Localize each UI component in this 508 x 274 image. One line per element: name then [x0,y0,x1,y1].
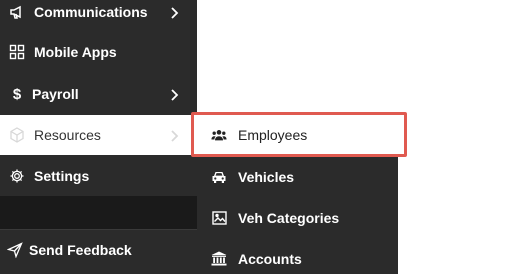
submenu-item-label: Veh Categories [238,209,340,226]
submenu-item-vehicles[interactable]: Vehicles [197,156,398,197]
submenu-item-accounts[interactable]: Accounts [197,238,398,274]
sidebar-item-mobile-apps[interactable]: Mobile Apps [0,32,197,72]
gear-icon [9,168,25,184]
dollar-icon: $ [12,85,22,103]
sidebar-item-label: Payroll [32,86,79,102]
sidebar-item-settings[interactable]: Settings [0,156,197,196]
sidebar-item-resources[interactable]: Resources [0,115,197,155]
submenu-item-veh-categories[interactable]: Veh Categories [197,197,398,238]
send-icon [7,242,23,258]
sidebar-spacer [0,196,197,230]
picture-icon [211,210,227,226]
car-icon [211,169,227,185]
submenu-item-label: Accounts [238,250,302,267]
resources-submenu: Employees Vehicles Veh Categories Accoun… [197,114,398,274]
submenu-item-label: Employees [238,126,308,143]
sidebar-item-label: Settings [34,168,90,184]
grid-icon [9,44,25,60]
chevron-right-icon [168,88,180,101]
bank-icon [211,251,227,267]
sidebar-item-communications[interactable]: Communications [0,0,197,32]
sidebar-item-label: Mobile Apps [34,44,117,60]
sidebar-item-label: Communications [34,4,148,20]
users-icon [211,127,227,143]
sidebar-item-payroll[interactable]: $ Payroll [0,74,197,114]
chevron-right-icon [168,6,180,19]
submenu-item-label: Vehicles [238,168,295,185]
sidebar-item-label: Resources [34,127,101,143]
megaphone-icon [9,4,25,20]
send-feedback-label: Send Feedback [29,242,132,258]
cube-icon [9,127,25,143]
send-feedback-button[interactable]: Send Feedback [0,230,197,270]
sidebar-nav: Communications Mobile Apps $ Payroll Res… [0,0,197,274]
submenu-item-employees[interactable]: Employees [197,114,398,155]
chevron-right-icon [168,129,180,142]
